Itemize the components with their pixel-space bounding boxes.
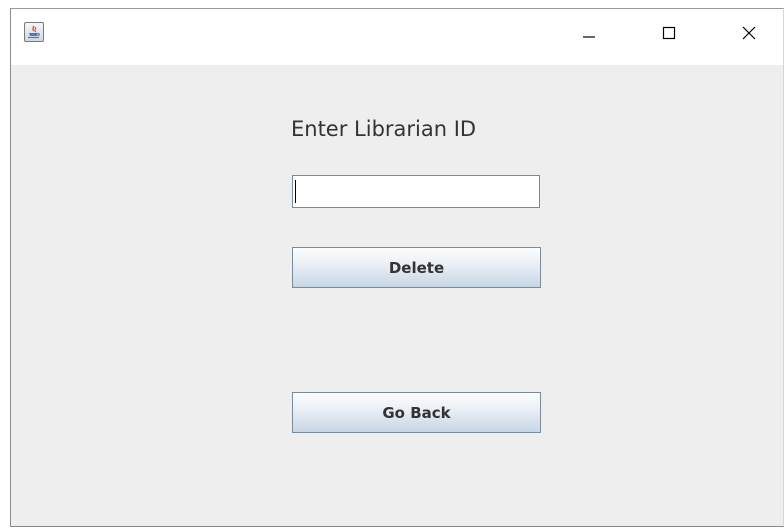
maximize-icon xyxy=(662,26,676,40)
minimize-icon xyxy=(583,36,595,38)
close-button[interactable] xyxy=(726,9,772,57)
title-bar[interactable] xyxy=(11,9,783,65)
go-back-button[interactable]: Go Back xyxy=(292,392,541,433)
close-icon xyxy=(742,26,756,40)
java-app-icon[interactable] xyxy=(24,22,44,42)
form-panel: Enter Librarian ID Delete Go Back xyxy=(11,65,783,526)
enter-librarian-id-label: Enter Librarian ID xyxy=(291,117,477,141)
text-caret xyxy=(295,180,296,203)
maximize-button[interactable] xyxy=(646,9,692,57)
delete-button[interactable]: Delete xyxy=(292,247,541,288)
librarian-id-input[interactable] xyxy=(292,175,540,208)
app-window: Enter Librarian ID Delete Go Back xyxy=(10,8,784,527)
minimize-button[interactable] xyxy=(566,9,612,57)
